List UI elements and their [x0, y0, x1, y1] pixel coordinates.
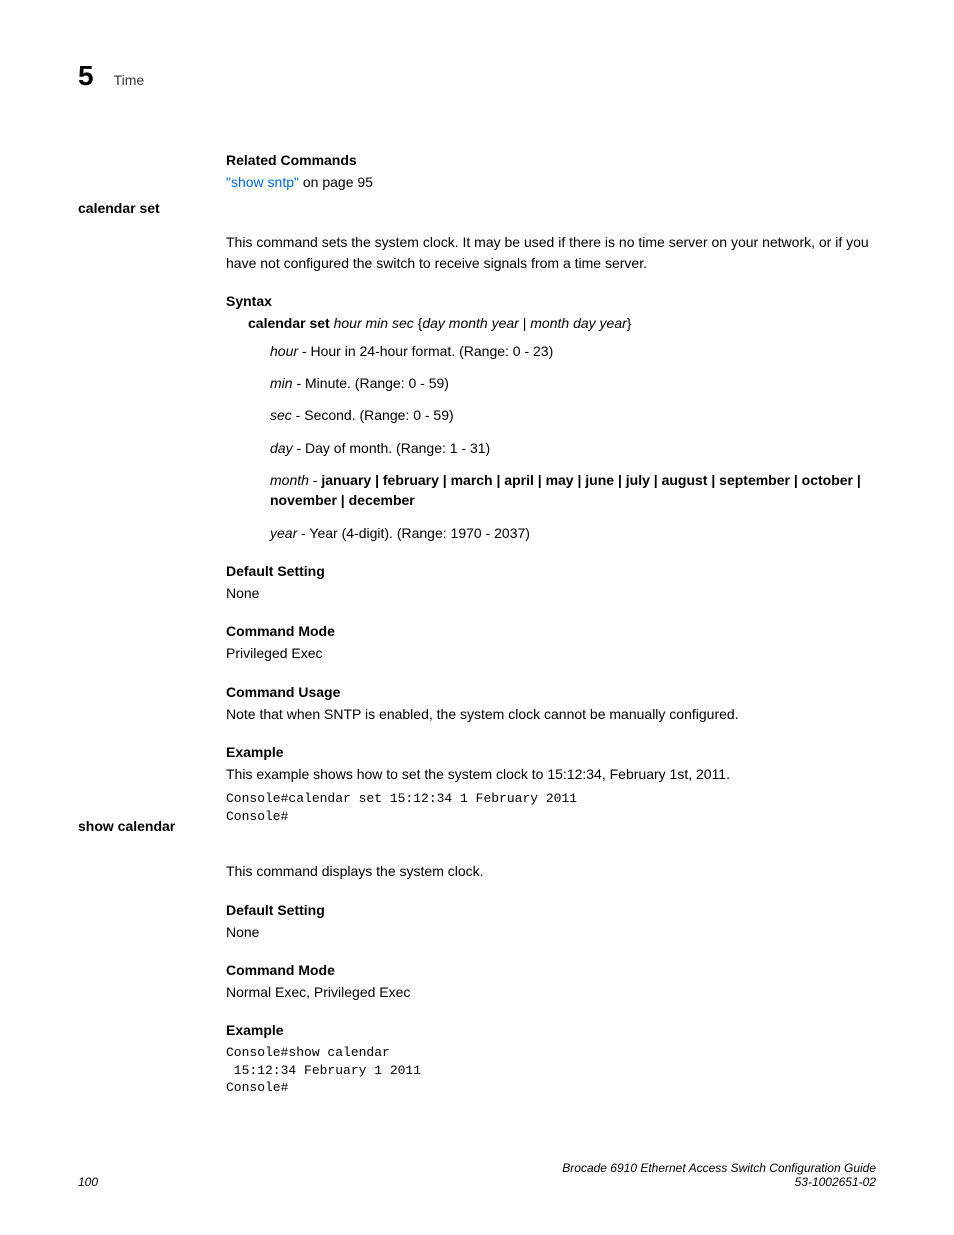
- sc-default-heading: Default Setting: [226, 902, 876, 918]
- command-mode-heading: Command Mode: [226, 623, 876, 639]
- param-hour: hour - Hour in 24-hour format. (Range: 0…: [270, 341, 876, 361]
- page-number: 100: [78, 1175, 98, 1189]
- calendar-set-intro: This command sets the system clock. It m…: [226, 232, 876, 273]
- example-console: Console#calendar set 15:12:34 1 February…: [226, 790, 876, 825]
- param-year: year - Year (4-digit). (Range: 1970 - 20…: [270, 523, 876, 543]
- param-block: hour - Hour in 24-hour format. (Range: 0…: [270, 341, 876, 543]
- related-rest: on page 95: [299, 174, 373, 190]
- syntax-block: calendar set hour min sec {day month yea…: [248, 315, 876, 543]
- footer-docnum: 53-1002651-02: [562, 1175, 876, 1189]
- example-text: This example shows how to set the system…: [226, 764, 876, 784]
- related-commands-heading: Related Commands: [226, 152, 876, 168]
- command-usage-heading: Command Usage: [226, 684, 876, 700]
- command-usage-text: Note that when SNTP is enabled, the syst…: [226, 704, 876, 724]
- sc-mode-heading: Command Mode: [226, 962, 876, 978]
- syntax-command: calendar set hour min sec {day month yea…: [248, 315, 876, 331]
- related-commands-text: "show sntp" on page 95: [226, 172, 876, 192]
- example-heading: Example: [226, 744, 876, 760]
- show-sntp-link[interactable]: "show sntp": [226, 174, 299, 190]
- show-calendar-intro: This command displays the system clock.: [226, 861, 876, 881]
- chapter-number: 5: [78, 60, 94, 92]
- param-day: day - Day of month. (Range: 1 - 31): [270, 438, 876, 458]
- footer-right: Brocade 6910 Ethernet Access Switch Conf…: [562, 1161, 876, 1189]
- default-setting-heading: Default Setting: [226, 563, 876, 579]
- chapter-title: Time: [114, 72, 145, 88]
- param-min: min - Minute. (Range: 0 - 59): [270, 373, 876, 393]
- show-calendar-label: show calendar: [78, 818, 175, 834]
- page-header: 5 Time: [78, 60, 876, 92]
- calendar-set-label: calendar set: [78, 200, 160, 216]
- sc-example-heading: Example: [226, 1022, 876, 1038]
- main-content: Related Commands "show sntp" on page 95 …: [226, 152, 876, 1097]
- param-sec: sec - Second. (Range: 0 - 59): [270, 405, 876, 425]
- sc-mode-value: Normal Exec, Privileged Exec: [226, 982, 876, 1002]
- param-month: month - january | february | march | apr…: [270, 470, 876, 511]
- command-mode-value: Privileged Exec: [226, 643, 876, 663]
- footer-title: Brocade 6910 Ethernet Access Switch Conf…: [562, 1161, 876, 1175]
- sc-example-console: Console#show calendar 15:12:34 February …: [226, 1044, 876, 1097]
- default-setting-value: None: [226, 583, 876, 603]
- page-footer: 100 Brocade 6910 Ethernet Access Switch …: [78, 1161, 876, 1189]
- sc-default-value: None: [226, 922, 876, 942]
- syntax-heading: Syntax: [226, 293, 876, 309]
